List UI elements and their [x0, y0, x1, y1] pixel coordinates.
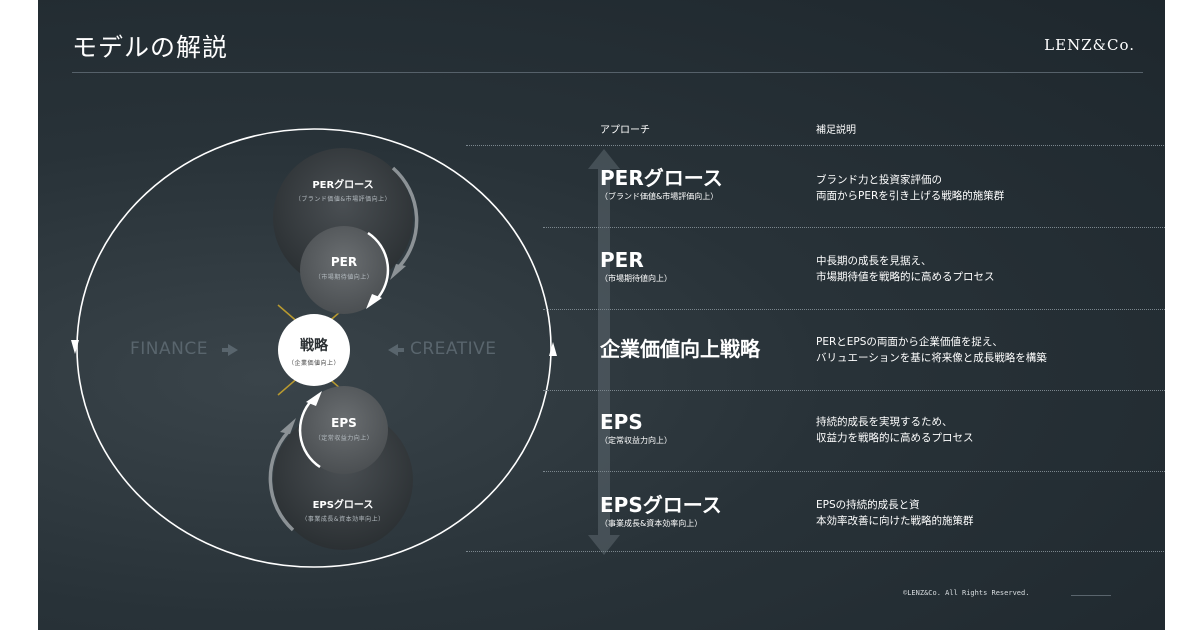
creative-arrow-icon: [388, 344, 404, 356]
table-row: 企業価値向上戦略: [600, 338, 760, 360]
finance-arrow-icon: [222, 344, 238, 356]
eps-label: EPS （定常収益力向上）: [314, 416, 374, 442]
row-divider: [543, 309, 1165, 310]
row-description: PERとEPSの両面から企業価値を捉え、 バリュエーションを基に将来像と成長戦略…: [816, 336, 1047, 364]
row-description: EPSの持続的成長と資 本効率改善に向けた戦略的施策群: [816, 499, 974, 527]
table-row: EPS （定常収益力向上）: [600, 411, 672, 446]
table-row: PER （市場期待値向上）: [600, 249, 672, 284]
creative-label: CREATIVE: [410, 339, 497, 359]
slide: モデルの解説 LENZ&Co. PERグロース （ブランド価値&市場評価向上） …: [38, 0, 1165, 630]
table-row: PERグロース （ブランド価値&市場評価向上）: [600, 167, 723, 202]
approach-title: PER: [600, 248, 644, 272]
approach-subtitle: （事業成長&資本効率向上）: [600, 519, 703, 528]
approach-subtitle: （定常収益力向上）: [600, 436, 672, 445]
row-divider: [543, 471, 1165, 472]
approach-title: EPSグロース: [600, 493, 722, 517]
approach-subtitle: （ブランド価値&市場評価向上）: [600, 192, 719, 201]
per-growth-label: PERグロース （ブランド価値&市場評価向上）: [294, 180, 392, 203]
approach-title: EPS: [600, 410, 643, 434]
table-row: EPSグロース （事業成長&資本効率向上）: [600, 494, 722, 529]
footer-divider: [1071, 595, 1111, 596]
row-description: 持続的成長を実現するため、 収益力を戦略的に高めるプロセス: [816, 416, 974, 444]
per-label: PER （市場期待値向上）: [314, 255, 374, 281]
approach-title: 企業価値向上戦略: [600, 337, 760, 361]
column-header-approach: アプローチ: [600, 125, 650, 136]
copyright: ©LENZ&Co. All Rights Reserved.: [903, 589, 1030, 597]
row-divider: [543, 227, 1165, 228]
brand-logo: LENZ&Co.: [1044, 36, 1135, 54]
approach-subtitle: （市場期待値向上）: [600, 274, 672, 283]
strategy-label: 戦略 （企業価値向上）: [287, 338, 341, 367]
row-divider: [466, 145, 1165, 146]
finance-label: FINANCE: [130, 339, 208, 359]
approach-title: PERグロース: [600, 166, 723, 190]
row-description: ブランド力と投資家評価の 両面からPERを引き上げる戦略的施策群: [816, 174, 1005, 202]
diagram-graphics: [71, 128, 557, 568]
model-diagram: PERグロース （ブランド価値&市場評価向上） PER （市場期待値向上） 戦略…: [38, 0, 578, 630]
row-description: 中長期の成長を見据え、 市場期待値を戦略的に高めるプロセス: [816, 255, 995, 283]
row-divider: [466, 551, 1165, 552]
column-header-note: 補足説明: [816, 125, 856, 136]
eps-growth-label: EPSグロース （事業成長&資本効率向上）: [301, 500, 385, 523]
row-divider: [543, 390, 1165, 391]
